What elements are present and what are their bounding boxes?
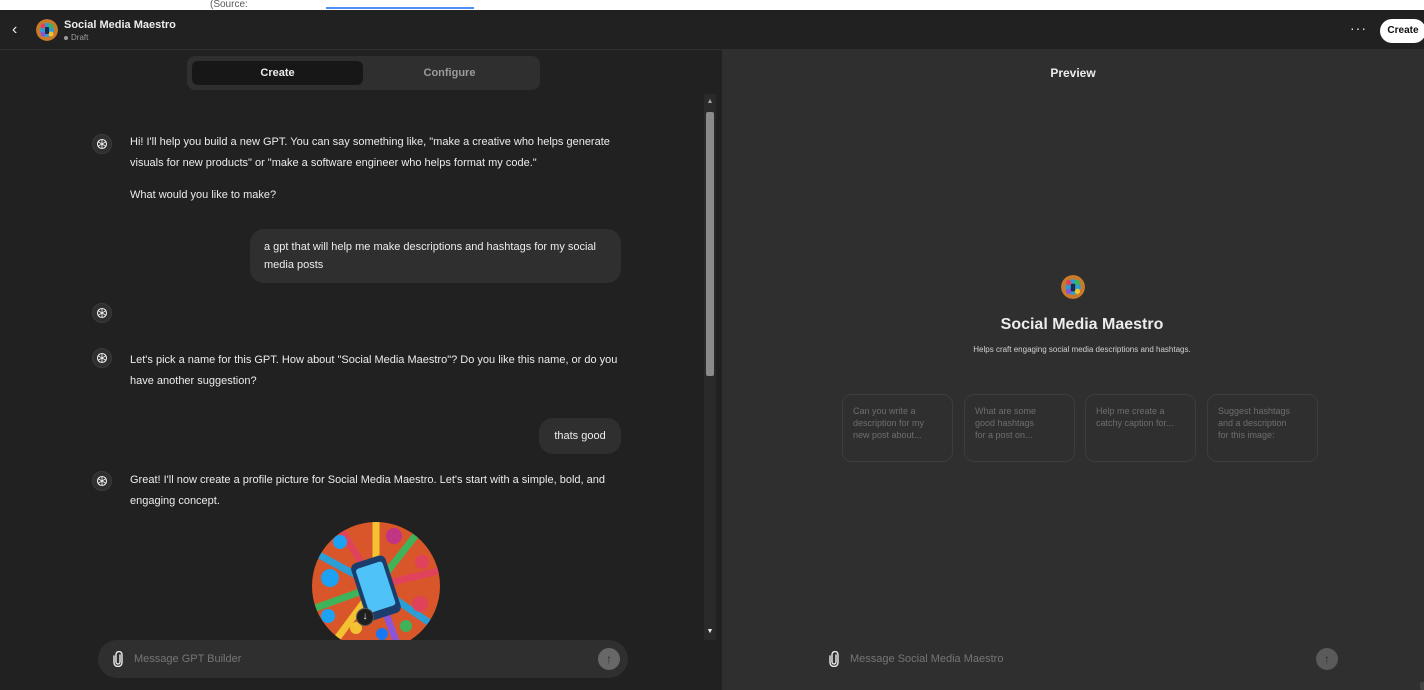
starter-line: Can you write a [853,406,916,416]
corner-handle [1420,682,1424,690]
status-dot-icon [64,35,68,40]
message-line: engaging concept. [130,495,220,507]
draft-status: Draft [64,33,88,42]
mode-tabs: Create Configure [187,56,540,90]
message-line: visuals for new products" or "make a sof… [130,157,537,169]
user-message: a gpt that will help me make description… [250,229,621,283]
arrow-up-icon[interactable]: ↑ [598,648,620,670]
message-line: have another suggestion? [130,375,257,387]
chat-scrollbar[interactable]: ▲ ▼ [704,94,716,640]
gpt-title: Social Media Maestro [64,19,176,31]
message-line: What would you like to make? [130,189,277,201]
starter-line: Help me create a [1096,406,1165,416]
assistant-message: Let's pick a name for this GPT. How abou… [130,350,617,392]
starter-line: description for my [853,418,925,428]
message-line: media posts [264,259,324,271]
conversation-starter[interactable]: Help me create a catchy caption for... [1085,394,1196,462]
arrow-up-icon[interactable]: ↑ [1316,648,1338,670]
user-message: thats good [539,418,621,454]
message-line: Let's pick a name for this GPT. How abou… [130,354,618,366]
builder-composer: ↑ [98,640,628,678]
more-options-icon[interactable]: ··· [1350,21,1367,35]
page-above-strip: (Source: [0,0,1424,10]
starter-line: Suggest hashtags [1218,406,1291,416]
builder-panel: Create Configure Hi! I'll help you build… [0,50,722,690]
draft-label: Draft [71,33,89,42]
tab-configure[interactable]: Configure [364,61,535,85]
openai-logo-icon [92,134,112,154]
source-link[interactable] [326,7,474,9]
preview-heading: Preview [1050,66,1096,80]
starter-line: good hashtags [975,418,1035,428]
preview-gpt-name: Social Media Maestro [1000,316,1164,333]
preview-gpt-description: Helps craft engaging social media descri… [973,345,1191,354]
preview-avatar [1061,275,1085,299]
message-line: Hi! I'll help you build a new GPT. You c… [130,136,610,148]
conversation-starter[interactable]: Can you write a description for my new p… [842,394,953,462]
preview-message-input[interactable] [850,640,1300,678]
openai-logo-icon [92,348,112,368]
builder-message-input[interactable] [134,640,584,678]
generated-profile-picture[interactable] [310,520,442,642]
message-line: a gpt that will help me make description… [264,241,596,253]
preview-panel: Preview Social Media Maestro Helps craft… [722,50,1424,690]
create-button[interactable]: Create [1380,19,1424,43]
preview-composer: ↑ [818,640,1348,678]
openai-logo-icon [92,471,112,491]
back-chevron-icon[interactable]: ‹ [12,22,26,38]
download-icon[interactable]: ↓ [356,608,374,626]
starter-line: new post about... [853,430,922,440]
conversation-starter[interactable]: Suggest hashtags and a description for t… [1207,394,1318,462]
starter-line: What are some [975,406,1037,416]
message-line: thats good [554,430,606,442]
scroll-down-icon[interactable]: ▼ [704,628,716,636]
source-text: (Source: [210,0,248,10]
assistant-message: Great! I'll now create a profile picture… [130,470,605,512]
message-line: Great! I'll now create a profile picture… [130,474,605,486]
paperclip-icon[interactable] [828,650,842,668]
starter-line: catchy caption for... [1096,418,1174,428]
starter-line: for this image: [1218,430,1275,440]
tab-create[interactable]: Create [192,61,363,85]
header-bar: ‹ Social Media Maestro Draft ··· Create [0,10,1424,50]
starter-line: and a description [1218,418,1287,428]
scroll-thumb[interactable] [706,112,714,376]
openai-logo-icon [92,303,112,323]
assistant-message: Hi! I'll help you build a new GPT. You c… [130,132,610,206]
paperclip-icon[interactable] [112,650,126,668]
scroll-up-icon[interactable]: ▲ [704,98,716,106]
gpt-avatar [36,19,58,41]
conversation-starter[interactable]: What are some good hashtags for a post o… [964,394,1075,462]
starter-line: for a post on... [975,430,1033,440]
